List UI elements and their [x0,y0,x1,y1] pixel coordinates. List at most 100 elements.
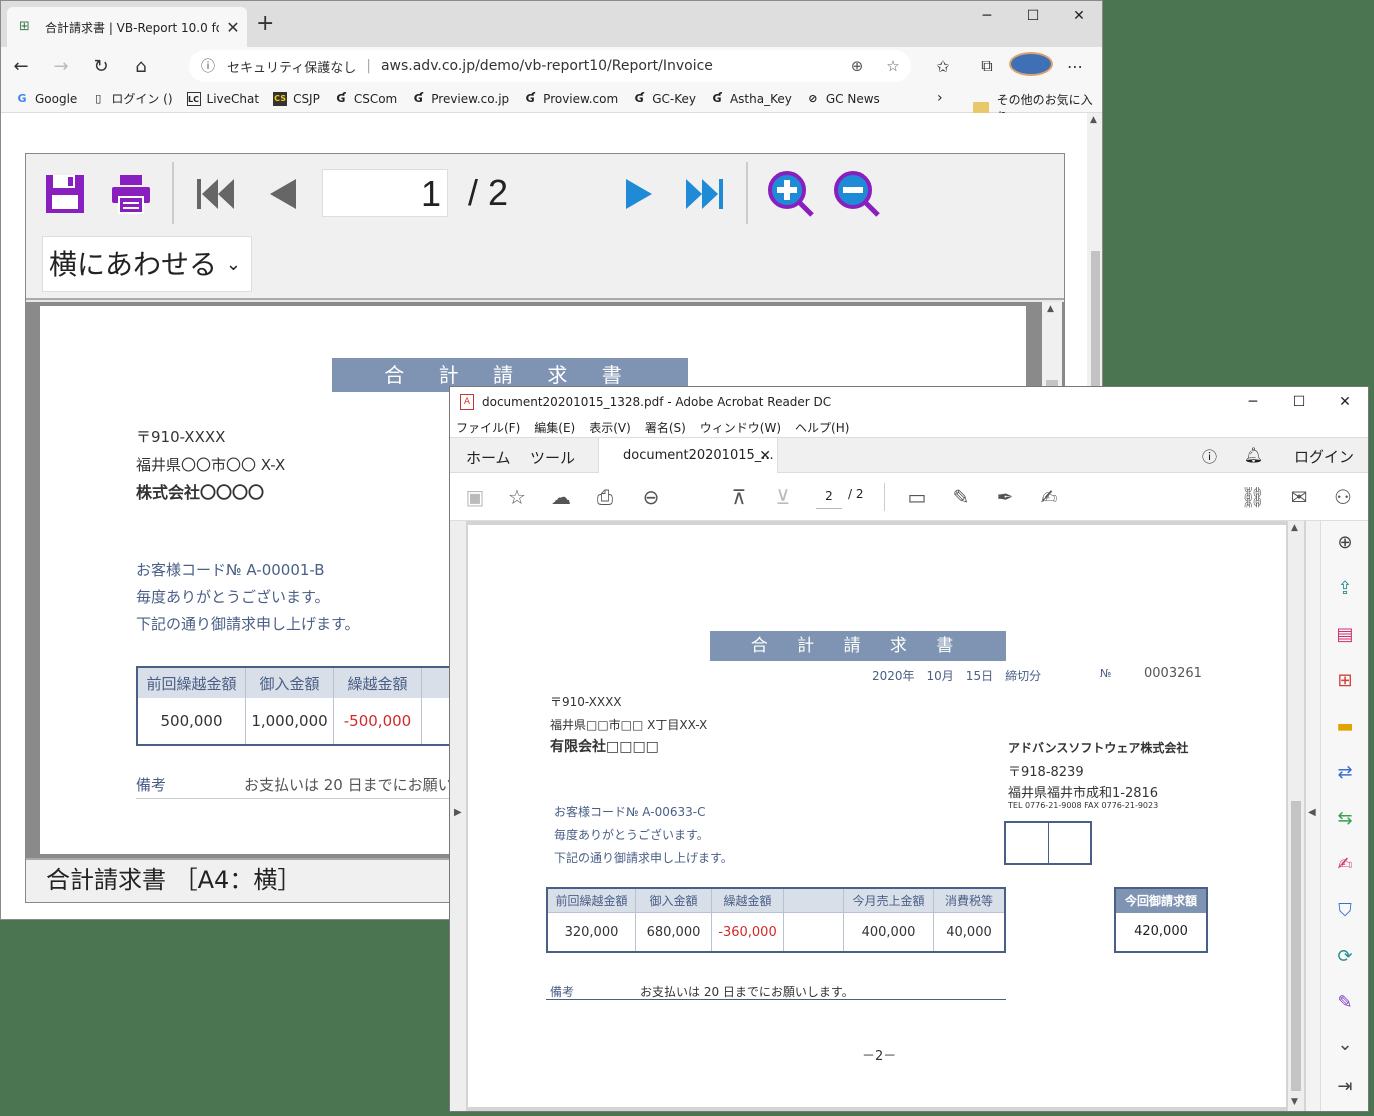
prev-page-icon[interactable]: ⊼ [726,485,752,509]
send-track-icon[interactable]: ⟳ [1333,945,1357,969]
close-window-icon[interactable]: ✕ [1056,1,1102,31]
tab-tools[interactable]: ツール [530,447,575,468]
bookmark-google[interactable]: G Google [15,92,77,106]
last-page-button[interactable] [682,172,728,216]
menu-window[interactable]: ウィンドウ(W) [700,419,781,436]
add-user-icon[interactable]: ⚇ [1330,485,1356,509]
favorites-icon[interactable]: ✩ [921,57,965,76]
tab-home[interactable]: ホーム [466,447,511,468]
bookmark-csjp[interactable]: CS CSJP [273,91,320,106]
collections-icon[interactable]: ⧉ [965,56,1009,76]
next-page-icon[interactable]: ⊻ [770,485,796,509]
tab-document[interactable]: document20201015_... ✕ [598,438,778,474]
address-bar[interactable]: ⓘ セキュリティ保護なし | aws.adv.co.jp/demo/vb-rep… [189,50,911,82]
bookmark-preview[interactable]: Ɠ Preview.co.jp [411,92,509,106]
home-icon[interactable]: ⌂ [121,56,161,77]
sign-icon[interactable]: ✍ [1333,853,1357,877]
protect-shield-icon[interactable]: ⛉ [1333,899,1357,923]
bookmark-asthakey[interactable]: Ɠ Astha_Key [710,92,791,106]
zoom-icon[interactable]: ⊕ [839,57,875,75]
scroll-up-icon[interactable]: ▲ [1291,523,1298,533]
page-number-input[interactable]: 2 [816,485,842,509]
notification-bell-icon[interactable]: 🔔︎ [1244,446,1263,464]
greeting-line-1: 毎度ありがとうございます。 [136,588,330,606]
export-pdf-icon[interactable]: ⇪ [1333,577,1357,601]
page-number-input[interactable]: 1 [322,169,448,217]
table-header-cell [784,889,844,912]
maximize-icon[interactable]: ☐ [1010,1,1056,31]
minimize-icon[interactable]: ─ [1230,387,1276,417]
url-text[interactable]: aws.adv.co.jp/demo/vb-report10/Report/In… [381,58,839,74]
next-page-button[interactable] [620,172,660,216]
email-icon[interactable]: ✉ [1286,485,1312,509]
new-tab-icon[interactable]: + [256,11,274,36]
chevron-down-icon[interactable]: ⌄ [1333,1033,1357,1057]
bookmark-gcnews[interactable]: ⊘ GC News [806,92,880,106]
profile-avatar[interactable] [1009,52,1053,80]
scroll-thumb[interactable] [1291,801,1301,1091]
scroll-down-icon[interactable]: ▼ [1291,1097,1298,1107]
scroll-up-icon[interactable]: ▲ [1047,304,1054,314]
refresh-icon[interactable]: ↻ [81,56,121,77]
help-icon[interactable]: ⓘ [1202,446,1217,467]
zoom-search-icon[interactable]: ⊖ [638,485,664,509]
tab-close-icon[interactable]: ✕ [219,18,247,37]
print-button[interactable] [108,172,154,216]
gc-news-icon: ⊘ [808,91,818,105]
acrobat-window-controls: ─ ☐ ✕ [1230,387,1368,417]
bookmark-login[interactable]: ▯ ログイン () [91,90,172,107]
collapse-pane-icon[interactable]: ⇥ [1333,1075,1357,1099]
close-window-icon[interactable]: ✕ [1322,387,1368,417]
create-pdf-icon[interactable]: ⊞ [1333,669,1357,693]
minimize-icon[interactable]: ─ [964,1,1010,31]
menu-view[interactable]: 表示(V) [589,419,631,436]
bookmark-star-icon[interactable]: ☆ [504,485,530,509]
favorite-star-icon[interactable]: ☆ [875,57,911,75]
info-icon[interactable]: ⓘ [201,56,227,76]
pdf-scrollbar[interactable]: ▲ ▼ [1288,521,1304,1111]
bookmark-livechat[interactable]: LC LiveChat [186,91,259,106]
greeting-line-2: 下記の通り御請求申し上げます。 [554,851,733,865]
collapse-right-icon[interactable]: ◀ [1308,807,1316,818]
zoom-in-button[interactable] [766,171,816,217]
browser-tab[interactable]: ⊞ 合計請求書 | VB-Report 10.0 for ✕ [7,7,247,47]
more-options-icon[interactable]: ⋯ [1053,57,1097,76]
customer-postal: 〒910-XXXX [550,695,622,709]
prev-page-button[interactable] [262,172,302,216]
compress-icon[interactable]: ⇆ [1333,807,1357,831]
back-icon[interactable]: ← [1,56,41,77]
share-link-icon[interactable]: ⛓ [1240,485,1266,509]
menu-help[interactable]: ヘルプ(H) [795,419,849,436]
combine-files-icon[interactable]: ⇄ [1333,761,1357,785]
left-panel-toggle[interactable]: ▶ [450,521,466,1111]
bookmark-gckey[interactable]: Ɠ GC-Key [632,92,696,106]
zoom-out-button[interactable] [832,171,882,217]
right-panel-collapse[interactable]: ◀ [1306,521,1320,1111]
comment-icon[interactable]: ▭ [904,485,930,509]
login-button[interactable]: ログイン [1294,446,1354,467]
forward-icon[interactable]: → [41,56,81,77]
close-tab-icon[interactable]: ✕ [759,438,771,474]
fill-sign-icon[interactable]: ✍ [1036,485,1062,509]
menu-sign[interactable]: 署名(S) [645,419,686,436]
comment-tool-icon[interactable]: ▬ [1333,715,1357,739]
draw-icon[interactable]: ✒ [992,485,1018,509]
save-icon[interactable]: ▣ [462,485,488,509]
print-icon[interactable]: ⎙ [592,485,618,509]
menu-file[interactable]: ファイル(F) [456,419,520,436]
bookmarks-more-icon[interactable]: › [937,90,943,106]
bookmark-cscom[interactable]: Ɠ CSCom [334,92,397,106]
scroll-up-icon[interactable]: ▲ [1090,115,1097,125]
save-button[interactable] [42,172,88,216]
organize-pages-icon[interactable]: ▤ [1333,623,1357,647]
bookmark-proview[interactable]: Ɠ Proview.com [523,92,619,106]
first-page-button[interactable] [192,172,238,216]
zoom-in-icon[interactable]: ⊕ [1333,531,1357,555]
upload-cloud-icon[interactable]: ☁ [548,485,574,509]
maximize-icon[interactable]: ☐ [1276,387,1322,417]
menu-edit[interactable]: 編集(E) [534,419,575,436]
zoom-select[interactable]: 横にあわせる ⌄ [42,236,252,292]
highlight-pen-icon[interactable]: ✎ [948,485,974,509]
fill-sign-icon[interactable]: ✎ [1333,991,1357,1015]
expand-left-icon[interactable]: ▶ [454,807,462,818]
